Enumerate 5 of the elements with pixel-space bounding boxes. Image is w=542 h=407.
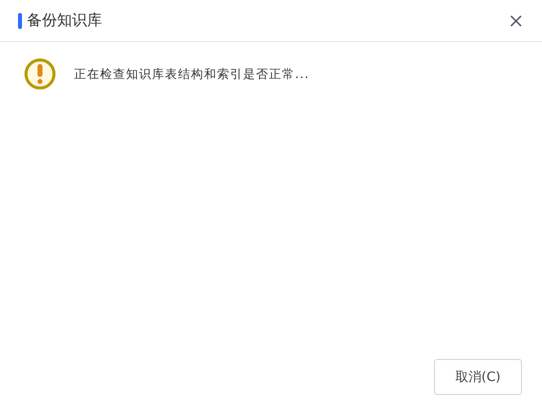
cancel-button[interactable]: 取消(C) bbox=[434, 359, 522, 395]
warning-icon bbox=[24, 58, 56, 90]
status-message: 正在检查知识库表结构和索引是否正常... bbox=[74, 66, 310, 83]
close-button[interactable] bbox=[508, 12, 524, 28]
window-title: 备份知识库 bbox=[27, 11, 103, 30]
